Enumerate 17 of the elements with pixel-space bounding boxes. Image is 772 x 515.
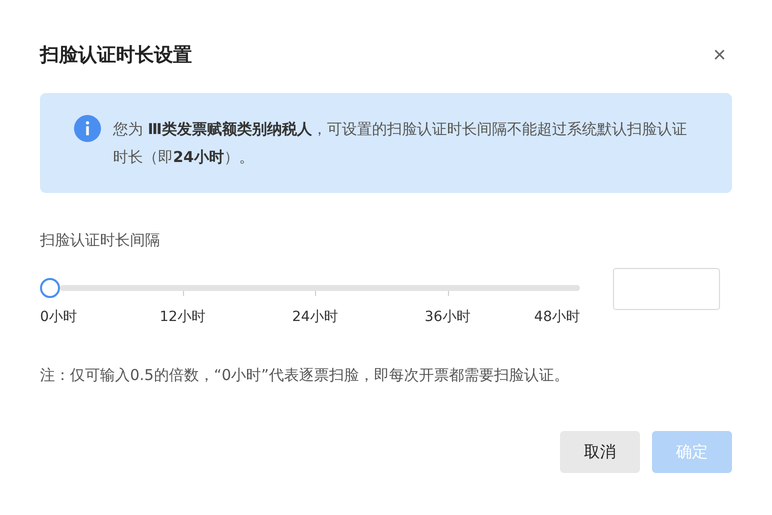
cancel-button[interactable]: 取消 (560, 431, 640, 473)
slider-handle[interactable] (40, 278, 60, 298)
slider-mark-label: 24小时 (292, 308, 338, 326)
tick-mark (182, 291, 184, 296)
slider-label: 扫脸认证时长间隔 (40, 231, 161, 250)
hours-input[interactable] (613, 268, 720, 310)
note-text: 注：仅可输入0.5的倍数，“0小时”代表逐票扫脸，即每次开票都需要扫脸认证。 (40, 366, 570, 385)
slider-mark-label: 12小时 (160, 308, 206, 326)
tick-mark (315, 291, 316, 296)
slider-mark-label: 0小时 (40, 308, 77, 326)
dialog-title: 扫脸认证时长设置 (40, 43, 192, 68)
slider-mark-label: 48小时 (534, 308, 580, 326)
close-button[interactable]: × (707, 44, 732, 66)
info-icon (74, 115, 101, 142)
slider-track[interactable] (60, 285, 580, 291)
notice-text: 您为 Ⅲ类发票赋额类别纳税人，可设置的扫脸认证时长间隔不能超过系统默认扫脸认证时长（即24小时）。 (113, 119, 688, 168)
slider-mark-label: 36小时 (424, 308, 470, 326)
